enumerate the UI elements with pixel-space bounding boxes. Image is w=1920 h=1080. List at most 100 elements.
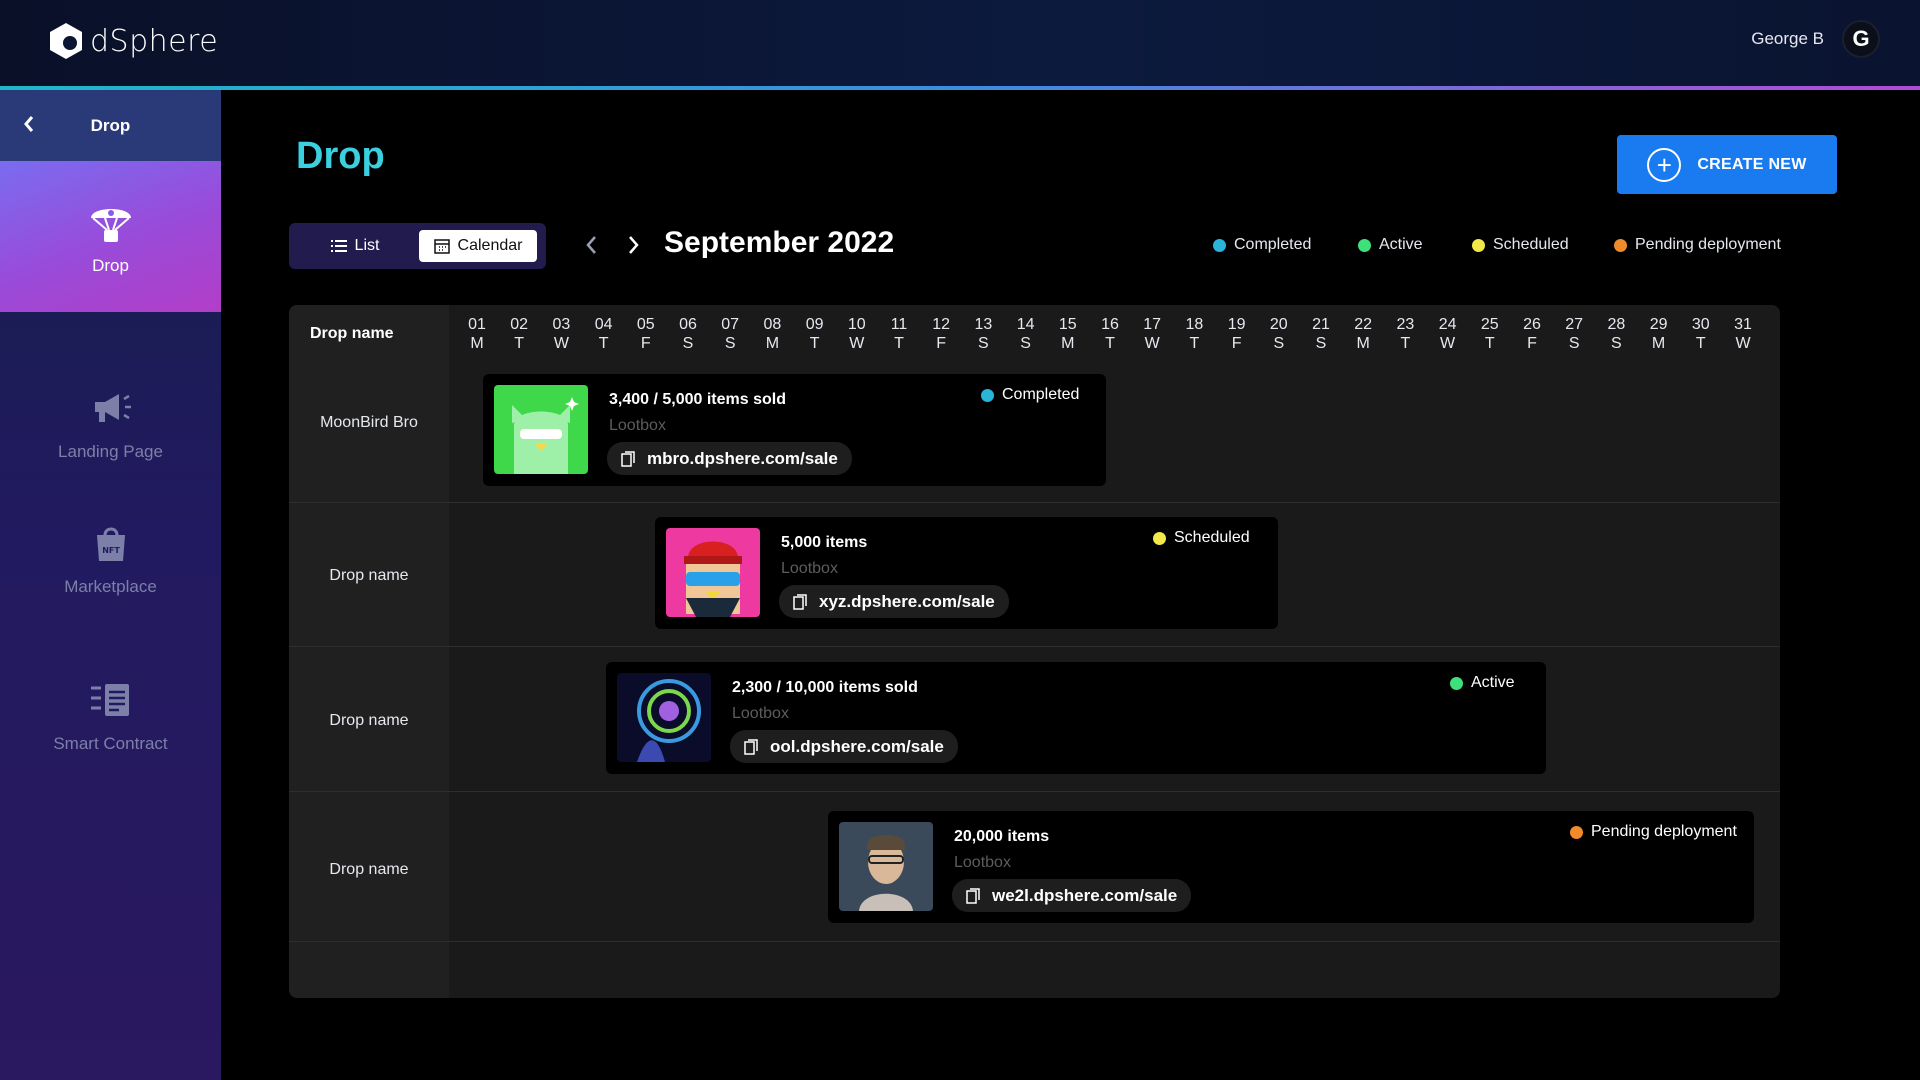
weekday-letter: T bbox=[1695, 335, 1706, 352]
user-name: George B bbox=[1751, 29, 1824, 48]
status-dot-icon bbox=[1614, 238, 1627, 252]
day-column-header: 03 W bbox=[541, 315, 581, 353]
weekday-letter: S bbox=[1611, 335, 1622, 352]
legend-active: Active bbox=[1358, 236, 1423, 254]
day-column-header: 07 S bbox=[710, 315, 750, 353]
drop-sale-link[interactable]: mbro.dpshere.com/sale bbox=[607, 442, 852, 475]
weekday-letter: W bbox=[1144, 335, 1160, 352]
sidebar-item-label: Marketplace bbox=[64, 577, 157, 596]
legend-completed: Completed bbox=[1213, 236, 1311, 254]
day-number: 08 bbox=[763, 316, 782, 333]
day-number: 18 bbox=[1185, 316, 1204, 333]
day-column-header: 14 S bbox=[1006, 315, 1046, 353]
day-number: 04 bbox=[594, 316, 613, 333]
row-divider bbox=[289, 646, 1780, 647]
weekday-letter: T bbox=[809, 335, 820, 352]
day-column-header: 12 F bbox=[921, 315, 961, 353]
calendar-view-label: Calendar bbox=[457, 237, 523, 254]
day-number: 16 bbox=[1101, 316, 1119, 333]
drop-card-title: 2,300 / 10,000 items sold bbox=[732, 679, 918, 696]
weekday-letter: M bbox=[1061, 335, 1075, 352]
drop-row-name: MoonBird Bro bbox=[320, 414, 418, 431]
weekday-letter: W bbox=[1440, 335, 1456, 352]
legend-pending-deployment: Pending deployment bbox=[1614, 236, 1781, 254]
prev-month-chevron-icon[interactable] bbox=[584, 232, 598, 263]
list-view-button[interactable]: List bbox=[295, 230, 415, 262]
day-number: 05 bbox=[636, 316, 655, 333]
hexagon-logo-icon bbox=[50, 23, 82, 59]
calendar-icon bbox=[433, 239, 450, 254]
day-column-header: 06 S bbox=[668, 315, 708, 353]
weekday-letter: S bbox=[724, 335, 736, 352]
status-badge: Completed bbox=[981, 386, 1079, 404]
day-column-header: 26 F bbox=[1512, 315, 1552, 353]
status-dot-icon bbox=[1213, 238, 1226, 252]
day-number: 15 bbox=[1058, 316, 1077, 333]
drop-sale-link[interactable]: ool.dpshere.com/sale bbox=[730, 730, 958, 763]
drop-card[interactable]: 2,300 / 10,000 items sold Lootbox ool.dp… bbox=[606, 662, 1546, 774]
day-number: 09 bbox=[805, 316, 824, 333]
sidebar-header: Drop bbox=[0, 90, 221, 161]
weekday-letter: W bbox=[1735, 335, 1751, 352]
drop-sale-link[interactable]: we2l.dpshere.com/sale bbox=[952, 879, 1192, 912]
day-column-header: 02 T bbox=[499, 315, 539, 353]
sidebar-item-label: Drop bbox=[92, 255, 129, 275]
status-dot-icon bbox=[1153, 531, 1166, 545]
status-label: Completed bbox=[1002, 386, 1080, 403]
day-number: 13 bbox=[974, 316, 993, 333]
copy-icon bbox=[793, 593, 807, 610]
calendar-view-button[interactable]: Calendar bbox=[419, 230, 537, 262]
weekday-letter: T bbox=[1400, 335, 1411, 352]
drop-sale-link[interactable]: xyz.dpshere.com/sale bbox=[779, 585, 1009, 618]
drop-calendar: Drop name 01 M 02 T 03 W 04 T 05 F 06 S 07 S 08 M 09 T 10 W… bbox=[289, 305, 1780, 998]
day-column-header: 23 T bbox=[1385, 315, 1425, 353]
next-month-chevron-icon[interactable] bbox=[627, 232, 641, 263]
day-number: 27 bbox=[1565, 316, 1584, 333]
drop-card[interactable]: 5,000 items Lootbox xyz.dpshere.com/sale… bbox=[655, 517, 1278, 629]
day-number: 23 bbox=[1396, 316, 1415, 333]
status-badge: Active bbox=[1450, 674, 1515, 692]
day-column-header: 08 M bbox=[752, 315, 792, 353]
row-divider bbox=[289, 941, 1780, 942]
drop-card-type: Lootbox bbox=[781, 560, 838, 577]
sidebar-item-marketplace[interactable]: NFT Marketplace bbox=[0, 498, 221, 618]
sidebar-item-smart-contract[interactable]: Smart Contract bbox=[0, 650, 221, 780]
status-dot-icon bbox=[1358, 238, 1371, 252]
drop-row-name: Drop name bbox=[329, 712, 409, 729]
status-label: Active bbox=[1471, 674, 1515, 691]
drop-card[interactable]: 3,400 / 5,000 items sold Lootbox mbro.dp… bbox=[483, 374, 1106, 486]
status-dot-icon bbox=[981, 388, 994, 402]
avatar[interactable]: G bbox=[1842, 20, 1880, 58]
page-title: Drop bbox=[296, 135, 385, 177]
list-view-label: List bbox=[354, 237, 380, 254]
status-badge: Pending deployment bbox=[1570, 823, 1737, 841]
legend-label: Active bbox=[1379, 236, 1423, 253]
sidebar-item-landing-page[interactable]: Landing Page bbox=[0, 363, 221, 483]
day-column-header: 18 T bbox=[1174, 315, 1214, 353]
status-dot-icon bbox=[1450, 676, 1463, 690]
drop-card[interactable]: 20,000 items Lootbox we2l.dpshere.com/sa… bbox=[828, 811, 1754, 923]
user-menu[interactable]: George B G bbox=[1751, 20, 1880, 58]
nft-bag-icon: NFT bbox=[96, 527, 125, 561]
day-number: 19 bbox=[1227, 316, 1246, 333]
day-column-header: 25 T bbox=[1470, 315, 1510, 353]
day-number: 17 bbox=[1143, 316, 1162, 333]
weekday-letter: M bbox=[470, 335, 484, 352]
day-column-header: 16 T bbox=[1090, 315, 1130, 353]
create-new-button[interactable]: + CREATE NEW bbox=[1617, 135, 1837, 194]
copy-icon bbox=[966, 887, 980, 904]
sidebar-item-drop[interactable]: Drop bbox=[0, 161, 221, 312]
day-column-header: 24 W bbox=[1428, 315, 1468, 353]
day-column-header: 10 W bbox=[837, 315, 877, 353]
view-toggle: List Calendar bbox=[289, 223, 546, 269]
create-new-label: CREATE NEW bbox=[1697, 155, 1807, 173]
back-chevron-icon[interactable] bbox=[22, 114, 40, 134]
day-column-header: 11 T bbox=[879, 315, 919, 353]
parachute-icon bbox=[90, 208, 131, 242]
day-column-header: 01 M bbox=[457, 315, 497, 353]
brand-name: dSphere bbox=[90, 23, 219, 59]
brand-logo[interactable]: dSphere bbox=[48, 22, 218, 60]
weekday-letter: S bbox=[1020, 335, 1031, 352]
weekday-letter: T bbox=[1189, 335, 1200, 352]
weekday-letter: S bbox=[1568, 335, 1580, 352]
